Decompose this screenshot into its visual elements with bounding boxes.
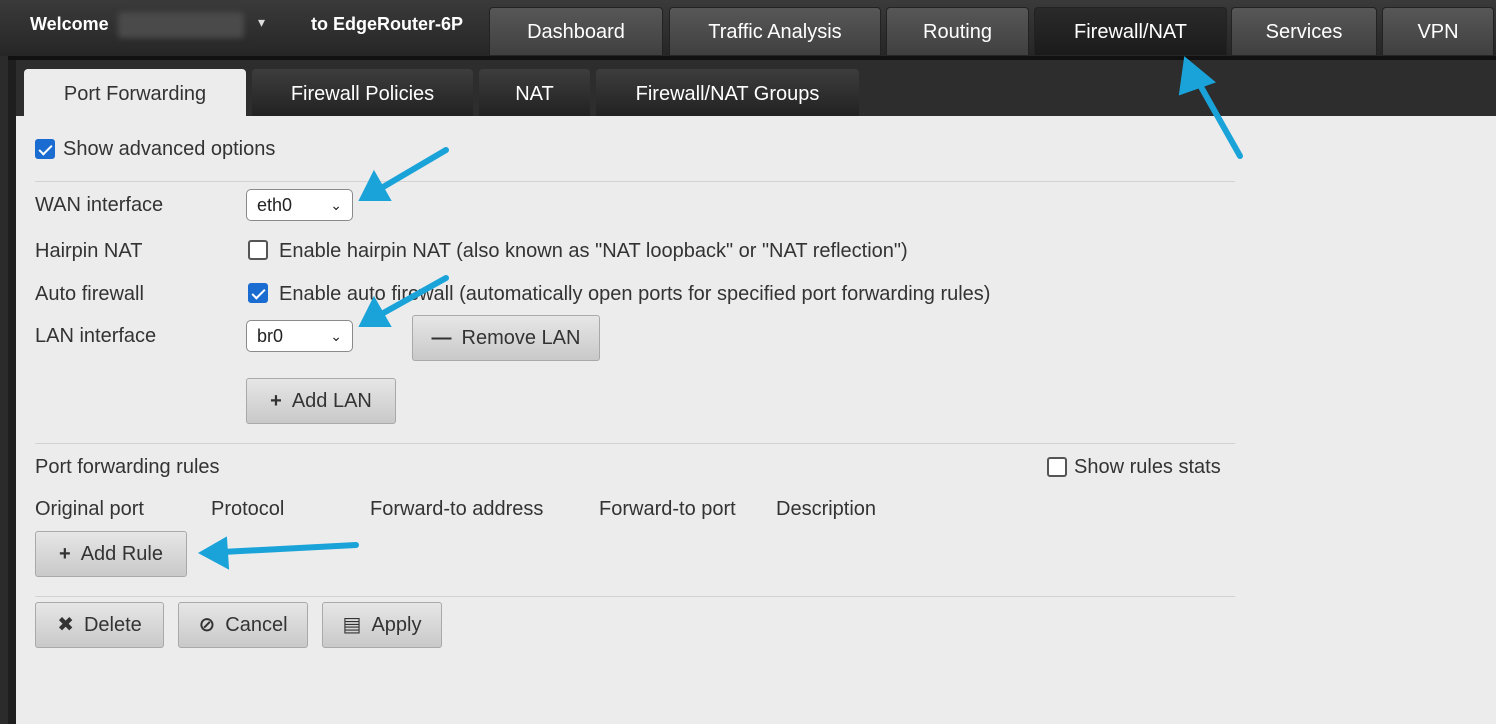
wan-interface-select[interactable]: eth0 ⌄ [246, 189, 353, 221]
column-original-port: Original port [35, 498, 144, 520]
tab-routing[interactable]: Routing [886, 7, 1029, 55]
port-forwarding-rules-title: Port forwarding rules [35, 456, 220, 478]
add-rule-label: Add Rule [80, 543, 163, 565]
remove-lan-button[interactable]: — Remove LAN [412, 315, 600, 361]
tab-firewall-nat[interactable]: Firewall/NAT [1034, 7, 1227, 55]
tab-dashboard[interactable]: Dashboard [489, 7, 663, 55]
column-forward-to-port: Forward-to port [599, 498, 736, 520]
subtab-nat[interactable]: NAT [479, 69, 590, 116]
hairpin-nat-label: Hairpin NAT [35, 240, 143, 262]
user-menu-chevron-icon[interactable]: ▾ [258, 14, 265, 31]
username-redacted[interactable] [118, 12, 244, 38]
plus-icon: + [270, 390, 282, 412]
welcome-text: Welcome [30, 14, 109, 34]
auto-firewall-label: Auto firewall [35, 283, 144, 305]
apply-button[interactable]: ▤ Apply [322, 602, 442, 648]
cancel-circle-icon: ⊘ [198, 614, 216, 636]
column-protocol: Protocol [211, 498, 285, 520]
hairpin-nat-checkbox[interactable] [248, 240, 268, 260]
plus-icon: + [59, 543, 71, 565]
hairpin-nat-description: Enable hairpin NAT (also known as "NAT l… [279, 240, 908, 262]
tab-traffic-analysis[interactable]: Traffic Analysis [669, 7, 881, 55]
lan-interface-label: LAN interface [35, 325, 157, 347]
add-lan-button[interactable]: + Add LAN [246, 378, 396, 424]
add-rule-button[interactable]: + Add Rule [35, 531, 187, 577]
close-icon: ✖ [57, 614, 74, 636]
router-name: to EdgeRouter-6P [311, 14, 464, 34]
delete-button[interactable]: ✖ Delete [35, 602, 164, 648]
divider [35, 181, 1235, 182]
tab-services[interactable]: Services [1231, 7, 1377, 55]
add-lan-label: Add LAN [291, 390, 372, 412]
wan-interface-label: WAN interface [35, 194, 164, 216]
cancel-button[interactable]: ⊘ Cancel [178, 602, 308, 648]
divider [35, 443, 1235, 444]
column-forward-to-address: Forward-to address [370, 498, 544, 520]
lan-interface-value: br0 [257, 326, 284, 346]
column-description: Description [776, 498, 877, 520]
show-advanced-checkbox[interactable] [35, 139, 55, 159]
chevron-down-icon: ⌄ [330, 197, 342, 213]
show-advanced-label: Show advanced options [63, 138, 276, 160]
top-bar: Welcome ▾ to EdgeRouter-6P Dashboard Tra… [0, 0, 1496, 56]
save-icon: ▤ [342, 614, 362, 636]
subtab-firewall-policies[interactable]: Firewall Policies [252, 69, 473, 116]
apply-label: Apply [371, 614, 422, 636]
remove-lan-label: Remove LAN [461, 327, 581, 349]
chevron-down-icon: ⌄ [330, 328, 342, 344]
subtab-port-forwarding[interactable]: Port Forwarding [24, 69, 246, 116]
cancel-label: Cancel [225, 614, 288, 636]
lan-interface-select[interactable]: br0 ⌄ [246, 320, 353, 352]
divider [35, 596, 1235, 597]
auto-firewall-description: Enable auto firewall (automatically open… [279, 283, 991, 305]
show-rules-stats-checkbox[interactable] [1047, 457, 1067, 477]
subtab-firewall-nat-groups[interactable]: Firewall/NAT Groups [596, 69, 859, 116]
minus-icon: — [431, 327, 452, 349]
auto-firewall-checkbox[interactable] [248, 283, 268, 303]
show-rules-stats-label: Show rules stats [1074, 456, 1221, 478]
tab-vpn[interactable]: VPN [1382, 7, 1494, 55]
delete-label: Delete [83, 614, 142, 636]
wan-interface-value: eth0 [257, 195, 293, 215]
